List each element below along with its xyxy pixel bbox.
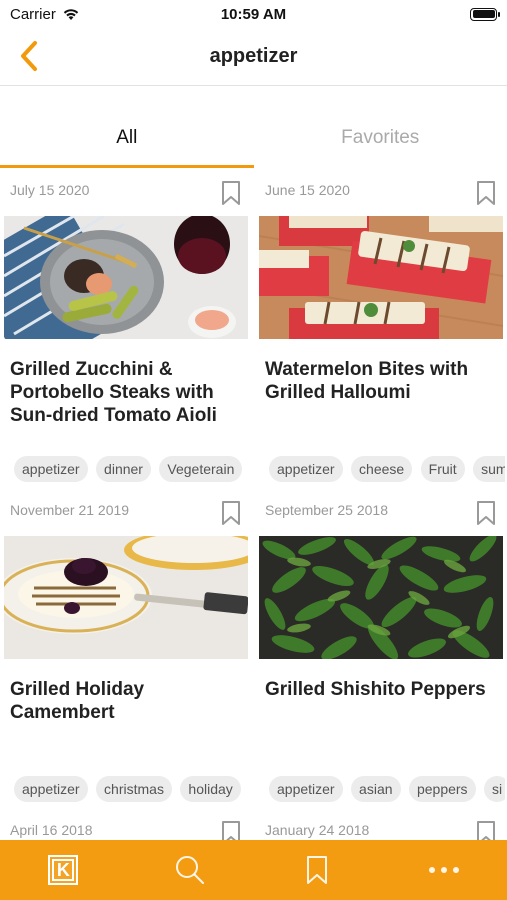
battery-icon — [470, 7, 500, 21]
back-button[interactable] — [12, 38, 46, 74]
tag[interactable]: dinner — [96, 456, 151, 482]
tag[interactable]: appetizer — [269, 776, 343, 802]
shishito-peppers-image — [259, 536, 503, 659]
bottom-tab-bar: K — [0, 840, 507, 900]
tag[interactable]: si — [484, 776, 505, 802]
bookmark-icon[interactable] — [475, 820, 497, 840]
page-title: appetizer — [209, 45, 298, 67]
card-date: September 25 2018 — [265, 502, 388, 518]
segment-tabs: All Favorites — [0, 108, 507, 168]
tag[interactable]: peppers — [408, 776, 476, 802]
recipe-image[interactable] — [4, 216, 248, 339]
recipe-card[interactable]: April 16 2018 — [4, 808, 250, 840]
search-icon — [176, 856, 205, 884]
recipe-title[interactable]: Grilled Shishito Peppers — [265, 678, 501, 701]
tag[interactable]: appetizer — [14, 456, 88, 482]
status-bar: Carrier 10:59 AM — [0, 0, 507, 28]
card-date: July 15 2020 — [10, 182, 90, 198]
k-logo-icon: K — [48, 855, 79, 885]
recipe-card[interactable]: September 25 2018 Grilled Shishito Peppe… — [259, 488, 505, 808]
bookmark-icon[interactable] — [220, 180, 242, 206]
tab-favorites[interactable]: Favorites — [254, 108, 507, 168]
bookmark-icon[interactable] — [220, 500, 242, 526]
tag-list: appetizer asian peppers si — [269, 776, 505, 802]
nav-bar: appetizer — [0, 28, 507, 86]
chevron-left-icon — [21, 41, 37, 71]
more-icon — [428, 867, 459, 873]
tag[interactable]: appetizer — [14, 776, 88, 802]
tag[interactable]: Fruit — [420, 456, 465, 482]
recipe-image[interactable] — [259, 216, 503, 339]
card-date: April 16 2018 — [10, 822, 93, 838]
bookmark-icon[interactable] — [475, 180, 497, 206]
tab-search[interactable] — [127, 840, 254, 900]
tab-more[interactable] — [380, 840, 507, 900]
tag-list: appetizer dinner Vegeterain — [14, 456, 250, 482]
tag[interactable]: appetizer — [269, 456, 343, 482]
recipe-grid: July 15 2020 Grilled Zucchini & Portobel… — [0, 168, 507, 840]
recipe-image[interactable] — [259, 536, 503, 659]
bookmark-icon[interactable] — [220, 820, 242, 840]
recipe-card[interactable]: July 15 2020 Grilled Zucchini & Portobel… — [4, 168, 250, 488]
tag[interactable]: asian — [351, 776, 401, 802]
grilled-camembert-image — [4, 536, 248, 659]
tag[interactable]: Vegeterain — [159, 456, 243, 482]
bookmark-icon[interactable] — [475, 500, 497, 526]
tab-home[interactable]: K — [0, 840, 127, 900]
watermelon-halloumi-image — [259, 216, 503, 339]
recipe-card[interactable]: November 21 2019 Grilled Holiday Camembe… — [4, 488, 250, 808]
recipe-title[interactable]: Grilled Holiday Camembert — [10, 678, 246, 724]
tab-bookmarks[interactable] — [254, 840, 381, 900]
card-date: June 15 2020 — [265, 182, 350, 198]
recipe-card[interactable]: January 24 2018 — [259, 808, 505, 840]
card-date: January 24 2018 — [265, 822, 370, 838]
tag-list: appetizer cheese Fruit sum — [269, 456, 505, 482]
wifi-icon — [63, 9, 79, 20]
card-date: November 21 2019 — [10, 502, 130, 518]
status-left: Carrier — [10, 6, 80, 23]
recipe-title[interactable]: Watermelon Bites with Grilled Halloumi — [265, 358, 501, 404]
tag[interactable]: cheese — [351, 456, 413, 482]
recipe-title[interactable]: Grilled Zucchini & Portobello Steaks wit… — [10, 358, 246, 427]
tag[interactable]: sum — [473, 456, 505, 482]
tag-list: appetizer christmas holiday — [14, 776, 250, 802]
recipe-image[interactable] — [4, 536, 248, 659]
grilled-zucchini-image — [4, 216, 248, 339]
recipe-card[interactable]: June 15 2020 Watermelon Bites with Grill… — [259, 168, 505, 488]
tag[interactable]: holiday — [180, 776, 241, 802]
tab-all[interactable]: All — [0, 108, 254, 168]
carrier-label: Carrier — [10, 5, 56, 23]
tag[interactable]: christmas — [96, 776, 172, 802]
bookmark-icon — [306, 856, 327, 884]
